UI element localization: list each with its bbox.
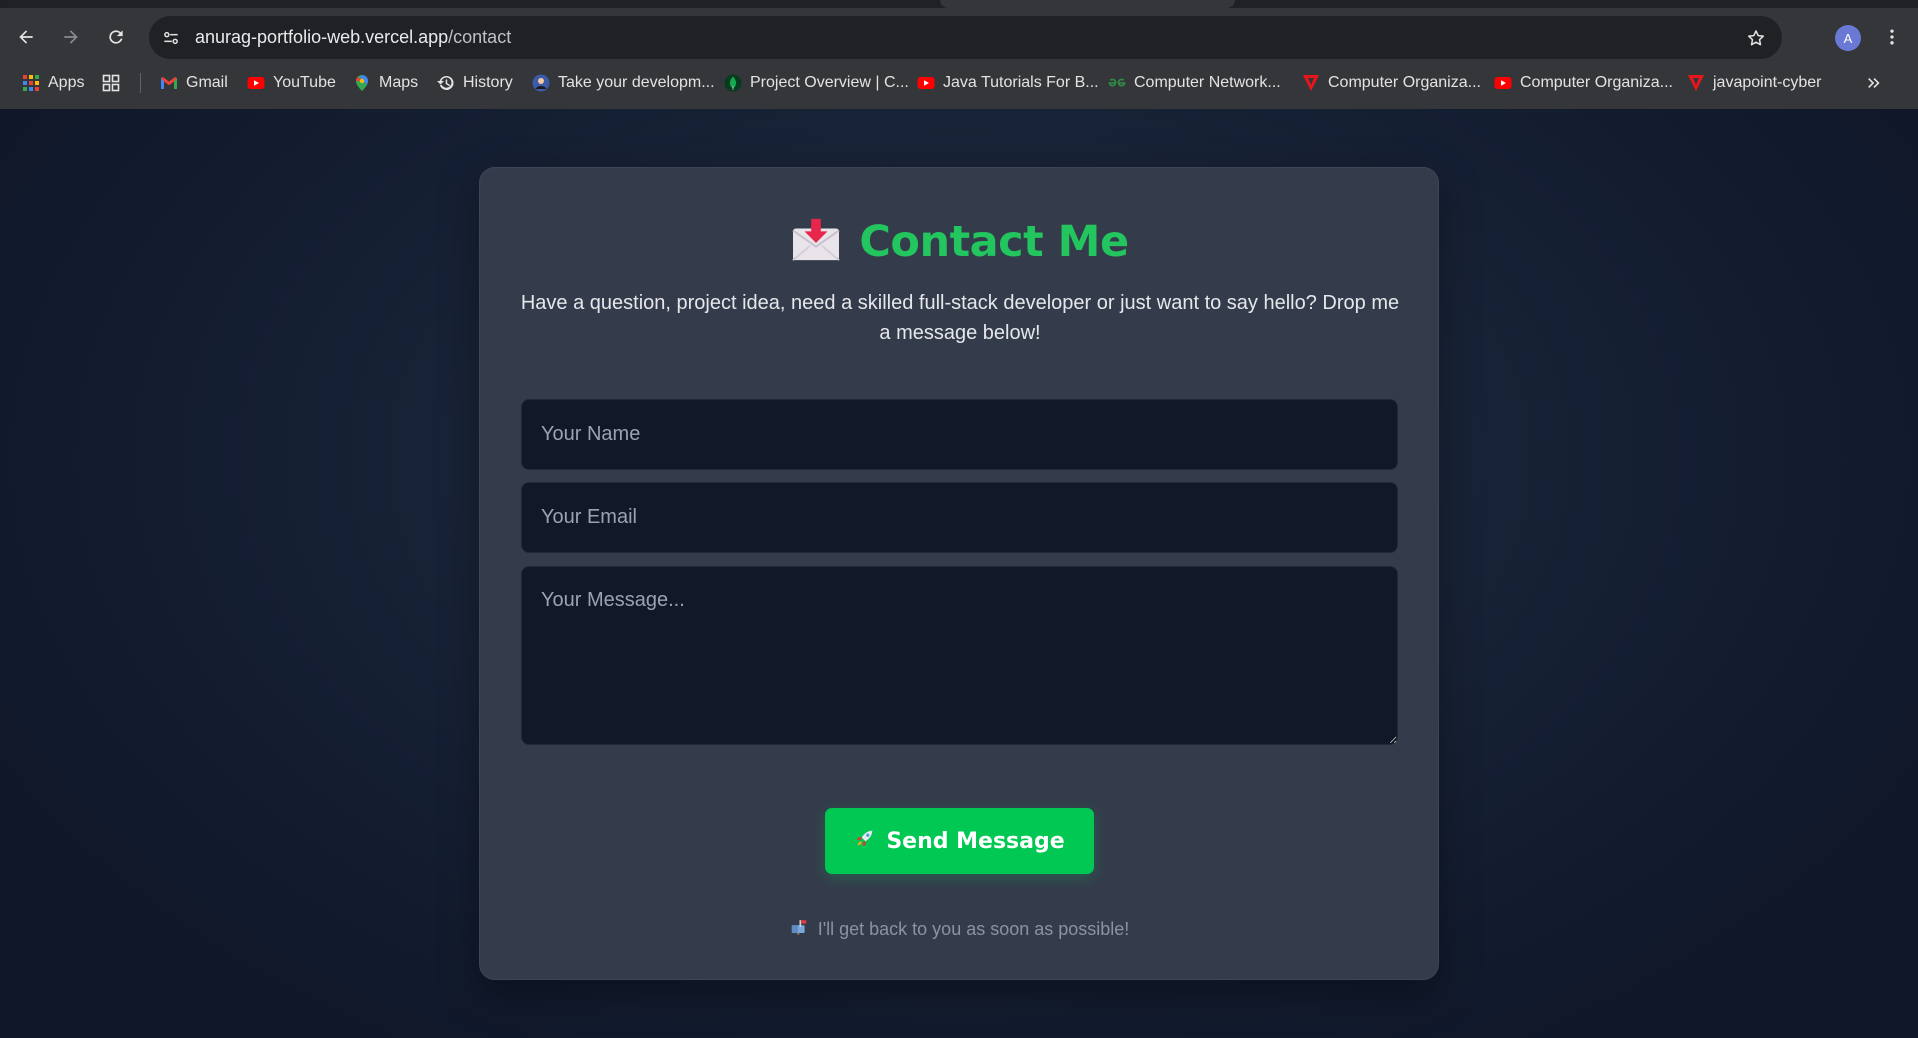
bookmark-computer-organization-2[interactable]: Computer Organiza... [1494, 67, 1673, 99]
bookmark-label: Take your developm... [558, 74, 715, 91]
send-button-label: Send Message [886, 828, 1065, 854]
reload-icon [109, 30, 123, 44]
more-bookmarks-icon[interactable] [1862, 67, 1886, 99]
envelope-incoming-icon [791, 217, 841, 268]
bookmark-label: Maps [379, 74, 419, 91]
arrow-left-icon [19, 30, 33, 44]
history-icon [437, 74, 455, 92]
bookmark-history[interactable]: History [437, 67, 513, 99]
back-button[interactable] [9, 20, 43, 54]
youtube-icon [247, 74, 265, 92]
avatar-icon [532, 74, 550, 92]
apps-grid-icon [22, 74, 40, 92]
email-input[interactable] [521, 482, 1398, 553]
bookmark-apps[interactable]: Apps [22, 67, 84, 99]
bookmarks-divider [140, 73, 141, 93]
url-path: /contact [448, 27, 512, 47]
page-title: Contact Me [859, 217, 1129, 267]
bookmark-gmail[interactable]: Gmail [160, 67, 228, 99]
tab-groups-icon [102, 74, 120, 92]
forward-button[interactable] [54, 20, 88, 54]
url-text: anurag-portfolio-web.vercel.app/contact [195, 16, 511, 59]
bookmark-computer-network[interactable]: Computer Network... [1108, 67, 1281, 99]
arrow-right-icon [64, 30, 78, 44]
message-textarea[interactable] [521, 566, 1398, 745]
profile-avatar[interactable]: A [1835, 25, 1861, 51]
bookmark-javapoint-cyber[interactable]: javapoint-cyber [1687, 67, 1822, 99]
tab-groups-button[interactable] [102, 67, 120, 99]
name-input[interactable] [521, 399, 1398, 470]
bookmark-label: javapoint-cyber [1713, 74, 1822, 91]
response-note: I'll get back to you as soon as possible… [480, 919, 1440, 940]
bookmark-java-tutorials[interactable]: Java Tutorials For B... [917, 67, 1099, 99]
bookmark-label: History [463, 74, 513, 91]
contact-card: Contact Me Have a question, project idea… [479, 167, 1439, 980]
footnote-text: I'll get back to you as soon as possible… [817, 919, 1130, 939]
send-message-button[interactable]: Send Message [825, 808, 1094, 874]
mailbox-icon [791, 919, 808, 940]
youtube-icon [1494, 74, 1512, 92]
javatpoint-icon [1302, 74, 1320, 92]
bookmark-computer-organization-1[interactable]: Computer Organiza... [1302, 67, 1481, 99]
bookmark-label: Project Overview | C... [750, 74, 909, 91]
gmail-icon [160, 74, 178, 92]
url-host: anurag-portfolio-web.vercel.app [195, 27, 449, 47]
youtube-icon [917, 74, 935, 92]
geeksforgeeks-icon [1108, 74, 1126, 92]
bookmark-label: Computer Organiza... [1328, 74, 1481, 91]
bookmark-label: YouTube [273, 74, 336, 91]
maps-pin-icon [353, 74, 371, 92]
reload-button[interactable] [99, 20, 133, 54]
bookmark-star-icon[interactable] [1744, 26, 1768, 50]
site-settings-icon[interactable] [159, 26, 183, 50]
more-menu-icon[interactable] [1880, 22, 1904, 52]
address-bar[interactable]: anurag-portfolio-web.vercel.app/contact [149, 16, 1782, 59]
intro-text: Have a question, project idea, need a sk… [520, 292, 1400, 344]
bookmark-label: Apps [48, 74, 85, 91]
bookmark-label: Computer Organiza... [1520, 74, 1673, 91]
javatpoint-icon [1687, 74, 1705, 92]
browser-chrome: anurag-portfolio-web.vercel.app/contact … [0, 0, 1918, 109]
bookmark-label: Java Tutorials For B... [943, 74, 1099, 91]
bookmark-label: Gmail [186, 74, 228, 91]
rocket-icon [854, 827, 876, 855]
mongodb-leaf-icon [724, 74, 742, 92]
page-background: Contact Me Have a question, project idea… [0, 109, 1918, 1038]
contact-heading: Contact Me [480, 212, 1440, 272]
tab-strip [0, 0, 1918, 8]
bookmarks-bar: Apps Gmail YouTube Maps History Take you… [0, 67, 1918, 99]
bookmark-label: Computer Network... [1134, 74, 1281, 91]
bookmark-project-overview[interactable]: Project Overview | C... [724, 67, 909, 99]
bookmark-take-your-development[interactable]: Take your developm... [532, 67, 715, 99]
bookmark-youtube[interactable]: YouTube [247, 67, 336, 99]
bookmark-maps[interactable]: Maps [353, 67, 418, 99]
